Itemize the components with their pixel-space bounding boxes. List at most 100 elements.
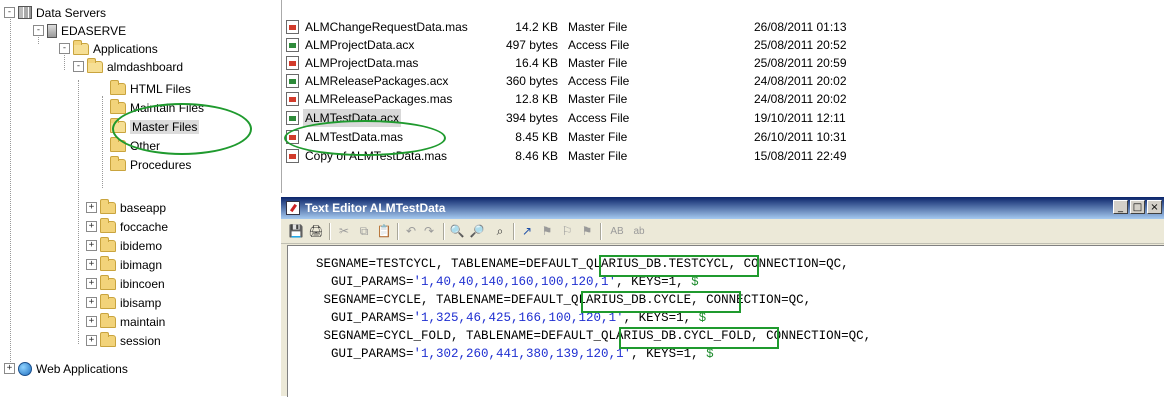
highlight-oval-almtestdata-acx bbox=[284, 120, 446, 156]
tree-node-web-applications[interactable]: + Web Applications bbox=[4, 360, 128, 376]
file-row[interactable]: ALMChangeRequestData.mas 14.2 KB Master Fi… bbox=[282, 18, 982, 36]
file-size: 497 bytes bbox=[505, 38, 558, 52]
file-row[interactable]: ALMProjectData.acx 497 bytes Access File 25… bbox=[282, 36, 982, 54]
copy-icon[interactable]: ⧉ bbox=[356, 224, 372, 239]
print-icon[interactable]: 🖨 bbox=[308, 224, 324, 239]
toolbar-separator bbox=[397, 223, 399, 240]
code-string: '1,302,260,441,380,139,120,1' bbox=[413, 347, 632, 361]
folder-open-icon bbox=[87, 57, 103, 73]
find-next-icon[interactable]: 🔎 bbox=[469, 224, 485, 239]
tree-node-app-ibidemo[interactable]: + ibidemo bbox=[86, 236, 162, 253]
expand-icon[interactable]: + bbox=[86, 297, 97, 309]
redo-icon[interactable]: ↷ bbox=[421, 224, 437, 239]
replace-icon[interactable]: ⌕ bbox=[492, 224, 508, 239]
undo-icon[interactable]: ↶ bbox=[403, 224, 419, 239]
editor-title: Text Editor ALMTestData bbox=[305, 201, 446, 215]
code-text: GUI_PARAMS= bbox=[316, 275, 414, 289]
code-text: , KEYS=1, bbox=[616, 275, 692, 289]
find-icon[interactable]: 🔍 bbox=[449, 224, 465, 239]
master-file-icon bbox=[286, 56, 299, 70]
tree-node-applications[interactable]: - Applications bbox=[59, 39, 158, 56]
folder-icon bbox=[100, 312, 116, 328]
master-file-icon bbox=[286, 149, 299, 163]
file-row[interactable]: ALMReleasePackages.mas 12.8 KB Master File… bbox=[282, 90, 982, 108]
code-text: GUI_PARAMS= bbox=[316, 347, 414, 361]
close-button[interactable]: × bbox=[1147, 200, 1162, 214]
window-buttons: _ □ × bbox=[1113, 200, 1164, 216]
goto-line-icon[interactable]: ↗ bbox=[519, 224, 535, 239]
code-text: , KEYS=1, bbox=[623, 311, 699, 325]
expand-icon[interactable]: + bbox=[4, 363, 15, 375]
file-size: 8.45 KB bbox=[515, 130, 558, 144]
file-type: Master File bbox=[568, 130, 628, 144]
tree-node-html-files[interactable]: HTML Files bbox=[110, 79, 191, 96]
file-type: Master File bbox=[568, 56, 628, 70]
lowercase-button[interactable]: ab bbox=[630, 224, 648, 239]
tree-node-procedures[interactable]: Procedures bbox=[110, 155, 191, 172]
collapse-icon[interactable]: - bbox=[4, 7, 15, 19]
code-line: SEGNAME=TESTCYCL, TABLENAME=DEFAULT_QLAR… bbox=[316, 255, 849, 273]
expand-icon[interactable]: + bbox=[86, 202, 97, 214]
collapse-icon[interactable]: - bbox=[73, 61, 84, 73]
uppercase-button[interactable]: AB bbox=[607, 224, 627, 239]
highlight-box-line-3 bbox=[581, 291, 741, 313]
code-terminator: $ bbox=[698, 311, 707, 325]
code-text: GUI_PARAMS= bbox=[316, 311, 414, 325]
file-row[interactable]: ALMProjectData.mas 16.4 KB Master File 25/0… bbox=[282, 54, 982, 72]
folder-icon bbox=[100, 198, 116, 214]
file-row[interactable]: ALMReleasePackages.acx 360 bytes Access Fi… bbox=[282, 72, 982, 90]
folder-icon bbox=[100, 236, 116, 252]
tree-node-app-ibisamp[interactable]: + ibisamp bbox=[86, 293, 161, 310]
folder-icon bbox=[100, 331, 116, 347]
tree-node-app-session[interactable]: + session bbox=[86, 331, 161, 348]
expand-icon[interactable]: + bbox=[86, 240, 97, 252]
bookmark-next-icon[interactable]: ⚐ bbox=[559, 224, 575, 239]
highlight-box-line-1 bbox=[599, 255, 759, 277]
minimize-button[interactable]: _ bbox=[1113, 200, 1128, 214]
file-date: 15/08/2011 22:49 bbox=[754, 149, 847, 163]
collapse-icon[interactable]: - bbox=[33, 25, 44, 37]
file-date: 26/10/2011 10:31 bbox=[754, 130, 847, 144]
master-file-icon bbox=[286, 20, 299, 34]
expand-icon[interactable]: + bbox=[86, 335, 97, 347]
expand-icon[interactable]: + bbox=[86, 221, 97, 233]
folder-open-icon bbox=[73, 39, 89, 55]
save-icon[interactable]: 💾 bbox=[288, 224, 304, 239]
tree-node-app-ibincoen[interactable]: + ibincoen bbox=[86, 274, 165, 291]
code-text: SEGNAME=CYCLE, TABLENAME= bbox=[316, 293, 512, 307]
tree-connector bbox=[102, 96, 103, 188]
file-size: 12.8 KB bbox=[515, 92, 558, 106]
editor-titlebar[interactable]: Text Editor ALMTestData _ □ × bbox=[281, 197, 1164, 219]
tree-node-app-ibimagn[interactable]: + ibimagn bbox=[86, 255, 162, 272]
tree-node-server[interactable]: - EDASERVE bbox=[33, 22, 126, 38]
file-name: ALMChangeRequestData.mas bbox=[305, 20, 468, 34]
tree-node-data-servers[interactable]: - Data Servers bbox=[4, 4, 106, 20]
folder-tree: - Data Servers - EDASERVE - Applications -a… bbox=[0, 0, 272, 396]
tree-node-app-foccache[interactable]: + foccache bbox=[86, 217, 168, 234]
code-text: SEGNAME=TESTCYCL, TABLENAME= bbox=[316, 257, 527, 271]
expand-icon[interactable]: + bbox=[86, 316, 97, 328]
expand-icon[interactable]: + bbox=[86, 278, 97, 290]
bookmark-clear-icon[interactable]: ⚑ bbox=[579, 224, 595, 239]
tree-node-almdashboard[interactable]: - almdashboard bbox=[73, 57, 183, 74]
expand-icon[interactable]: + bbox=[86, 259, 97, 271]
tree-node-app-baseapp[interactable]: + baseapp bbox=[86, 198, 166, 215]
code-text: , KEYS=1, bbox=[631, 347, 707, 361]
file-name: ALMProjectData.acx bbox=[305, 38, 415, 52]
file-type: Master File bbox=[568, 92, 628, 106]
globe-icon bbox=[18, 361, 32, 376]
maximize-button[interactable]: □ bbox=[1130, 200, 1145, 214]
file-date: 26/08/2011 01:13 bbox=[754, 20, 847, 34]
tree-node-app-maintain[interactable]: + maintain bbox=[86, 312, 165, 329]
toolbar-separator bbox=[443, 223, 445, 240]
bookmark-toggle-icon[interactable]: ⚑ bbox=[539, 224, 555, 239]
file-date: 24/08/2011 20:02 bbox=[754, 92, 847, 106]
file-size: 360 bytes bbox=[505, 74, 558, 88]
editor-toolbar: 💾 🖨 ✂ ⧉ 📋 ↶ ↷ 🔍 🔎 ⌕ ↗ ⚑ ⚐ ⚑ AB ab bbox=[281, 219, 1164, 244]
collapse-icon[interactable]: - bbox=[59, 43, 70, 55]
cut-icon[interactable]: ✂ bbox=[336, 224, 352, 239]
file-date: 25/08/2011 20:59 bbox=[754, 56, 847, 70]
file-name: ALMReleasePackages.mas bbox=[305, 92, 453, 106]
code-string: '1,325,46,425,166,100,120,1' bbox=[413, 311, 624, 325]
paste-icon[interactable]: 📋 bbox=[376, 224, 392, 239]
